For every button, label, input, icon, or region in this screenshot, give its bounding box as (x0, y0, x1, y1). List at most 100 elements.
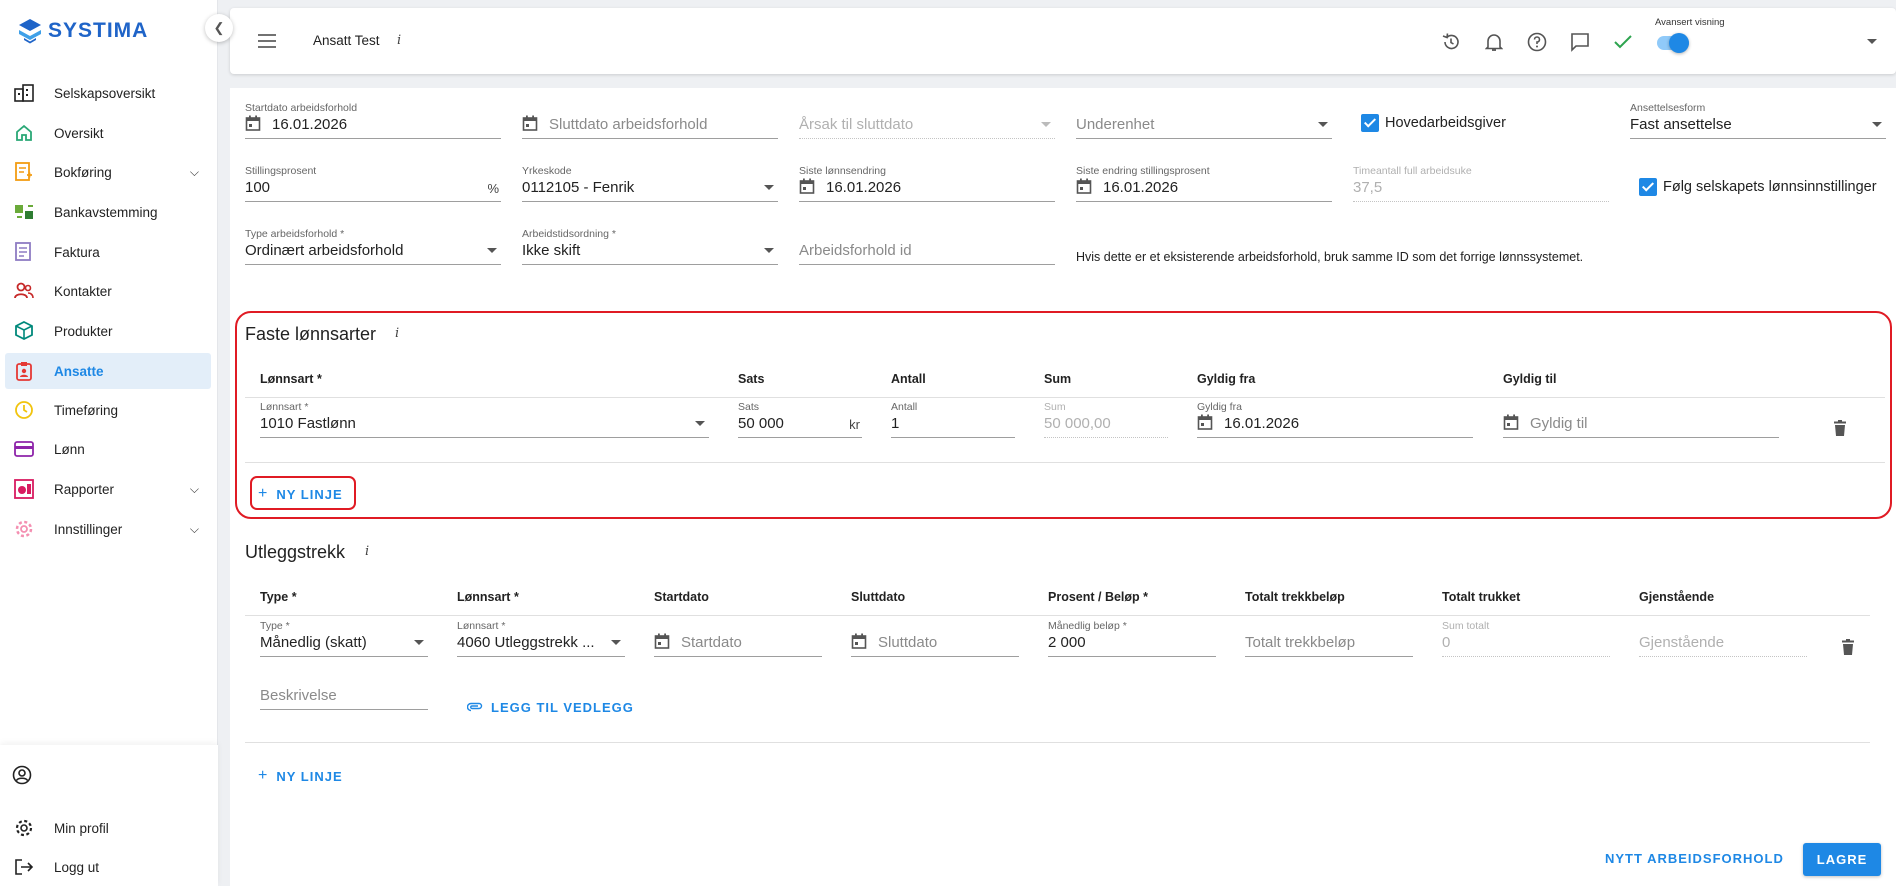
account-circle-icon[interactable] (12, 765, 32, 789)
sidebar-item-label: Oversikt (54, 125, 104, 141)
table-divider (245, 462, 1885, 463)
fixed-pay-valid-to-field[interactable]: Gyldig til (1503, 401, 1779, 439)
expense-deduction-title: Utleggstrekk (245, 542, 346, 562)
deduction-pay-type-select[interactable]: Lønnsart * 4060 Utleggstrekk ... (457, 620, 625, 658)
min-profil-link[interactable]: Min profil (5, 810, 211, 846)
sidebar-item-bankavstemming[interactable]: Bankavstemming (5, 194, 211, 230)
chat-icon[interactable] (1568, 30, 1592, 54)
column-header: Prosent / Beløp * (1048, 590, 1149, 604)
chevron-down-icon[interactable]: ⌵ (190, 165, 199, 180)
box-icon (12, 319, 36, 343)
history-icon[interactable] (1439, 30, 1463, 54)
systima-logo[interactable]: SYSTIMA (18, 18, 148, 44)
dropdown-caret-icon (487, 248, 497, 253)
sidebar-item-kontakter[interactable]: Kontakter (5, 273, 211, 309)
calendar-icon[interactable] (1076, 178, 1092, 194)
deduction-remaining-field: Gjenstående (1639, 620, 1807, 658)
new-employment-button[interactable]: NYTT ARBEIDSFORHOLD (1605, 851, 1784, 866)
follow-company-settings-checkbox[interactable] (1639, 178, 1657, 196)
occupation-code-select[interactable]: Yrkeskode 0112105 - Fenrik (522, 165, 778, 203)
sidebar-item-innstillinger[interactable]: Innstillinger ⌵ (5, 511, 211, 547)
sidebar-item-oversikt[interactable]: Oversikt (5, 115, 211, 151)
attach-file-button[interactable]: LEGG TIL VEDLEGG (466, 700, 634, 715)
calendar-icon[interactable] (1503, 414, 1519, 430)
end-reason-select[interactable]: Årsak til sluttdato (799, 102, 1055, 140)
deduction-total-deducted-field: Sum totalt 0 (1442, 620, 1610, 658)
fixed-pay-rate-input[interactable]: Sats 50 000 kr (738, 401, 862, 439)
main-employer-checkbox[interactable] (1361, 114, 1379, 132)
sidebar-item-ansatte[interactable]: Ansatte (5, 353, 211, 389)
position-percent-field[interactable]: Stillingsprosent 100 % (245, 165, 501, 203)
calendar-icon[interactable] (799, 178, 815, 194)
logout-link[interactable]: Logg ut (5, 849, 211, 885)
top-bar: Ansatt Test i Avansert visning (230, 8, 1896, 74)
sidebar-item-selskapsoversikt[interactable]: Selskapsoversikt (5, 75, 211, 111)
sidebar-item-label: Bokføring (54, 164, 112, 180)
gear-icon (12, 517, 36, 541)
sidebar-item-label: Innstillinger (54, 521, 123, 537)
delete-icon[interactable] (1833, 420, 1847, 437)
sidebar-item-label: Selskapsoversikt (54, 85, 156, 101)
calendar-icon[interactable] (522, 115, 538, 131)
paperclip-icon (466, 700, 483, 715)
collapse-sidebar-button[interactable]: ❮ (205, 14, 233, 42)
sidebar-item-label: Timeføring (54, 402, 119, 418)
employment-id-hint: Hvis dette er et eksisterende arbeidsfor… (1076, 250, 1584, 264)
calendar-icon[interactable] (1197, 414, 1213, 430)
sidebar-item-label: Ansatte (54, 363, 104, 379)
calendar-icon[interactable] (245, 115, 261, 131)
deduction-total-amount-input[interactable]: Totalt trekkbeløp (1245, 620, 1413, 658)
sidebar-item-rapporter[interactable]: Rapporter ⌵ (5, 471, 211, 507)
logout-icon (12, 855, 36, 879)
chevron-down-icon[interactable]: ⌵ (190, 522, 199, 537)
column-header: Gyldig fra (1197, 372, 1256, 386)
deduction-start-date-field[interactable]: Startdato (654, 620, 822, 658)
info-icon[interactable]: i (395, 326, 399, 341)
check-status-icon (1611, 30, 1635, 54)
last-percent-change-field[interactable]: Siste endring stillingsprosent 16.01.202… (1076, 165, 1332, 203)
chevron-down-icon[interactable]: ⌵ (190, 482, 199, 497)
deduction-end-date-field[interactable]: Sluttdato (851, 620, 1019, 658)
dropdown-caret-icon (611, 640, 621, 645)
fixed-pay-type-select[interactable]: Lønnsart * 1010 Fastlønn (260, 401, 709, 439)
deduction-type-select[interactable]: Type * Månedlig (skatt) (260, 620, 428, 658)
fixed-pay-add-line-button[interactable]: + NY LINJE (258, 485, 343, 503)
column-header: Sats (738, 372, 765, 386)
employment-id-input[interactable]: Arbeidsforhold id (799, 228, 1055, 266)
table-divider (245, 397, 1885, 398)
employment-type-select[interactable]: Type arbeidsforhold * Ordinært arbeidsfo… (245, 228, 501, 266)
employment-form-select[interactable]: Ansettelsesform Fast ansettelse (1630, 102, 1886, 140)
clock-icon (12, 398, 36, 422)
delete-icon[interactable] (1841, 639, 1855, 656)
column-header: Gyldig til (1503, 372, 1557, 386)
calendar-icon[interactable] (654, 633, 670, 649)
end-date-field[interactable]: Sluttdato arbeidsforhold (522, 102, 778, 140)
sidebar-item-faktura[interactable]: Faktura (5, 234, 211, 270)
fixed-pay-quantity-input[interactable]: Antall 1 (891, 401, 1015, 439)
last-salary-change-field[interactable]: Siste lønnsendring 16.01.2026 (799, 165, 1055, 203)
fixed-pay-sum-field: Sum 50 000,00 (1044, 401, 1168, 439)
deduction-description-input[interactable]: Beskrivelse (260, 673, 428, 711)
advanced-view-toggle[interactable] (1655, 31, 1695, 55)
sidebar-item-produkter[interactable]: Produkter (5, 313, 211, 349)
deduction-monthly-amount-input[interactable]: Månedlig beløp * 2 000 (1048, 620, 1216, 658)
info-icon[interactable]: i (365, 544, 369, 559)
subunit-select[interactable]: Underenhet (1076, 102, 1332, 140)
deduction-add-line-button[interactable]: + NY LINJE (258, 767, 343, 785)
home-icon (12, 121, 36, 145)
save-button[interactable]: LAGRE (1803, 843, 1881, 876)
calendar-icon[interactable] (851, 633, 867, 649)
sidebar-item-lonn[interactable]: Lønn (5, 431, 211, 467)
working-time-select[interactable]: Arbeidstidsordning * Ikke skift (522, 228, 778, 266)
company-select-caret[interactable] (1867, 39, 1877, 44)
column-header: Type * (260, 590, 297, 604)
info-icon[interactable]: i (397, 33, 401, 48)
help-icon[interactable] (1525, 30, 1549, 54)
sidebar-item-timeforing[interactable]: Timeføring (5, 392, 211, 428)
bell-icon[interactable] (1482, 30, 1506, 54)
start-date-field[interactable]: Startdato arbeidsforhold 16.01.2026 (245, 102, 501, 140)
menu-icon[interactable] (258, 34, 276, 52)
fixed-pay-valid-from-field[interactable]: Gyldig fra 16.01.2026 (1197, 401, 1473, 439)
sidebar-item-bokforing[interactable]: Bokføring ⌵ (5, 154, 211, 190)
column-header: Sluttdato (851, 590, 906, 604)
